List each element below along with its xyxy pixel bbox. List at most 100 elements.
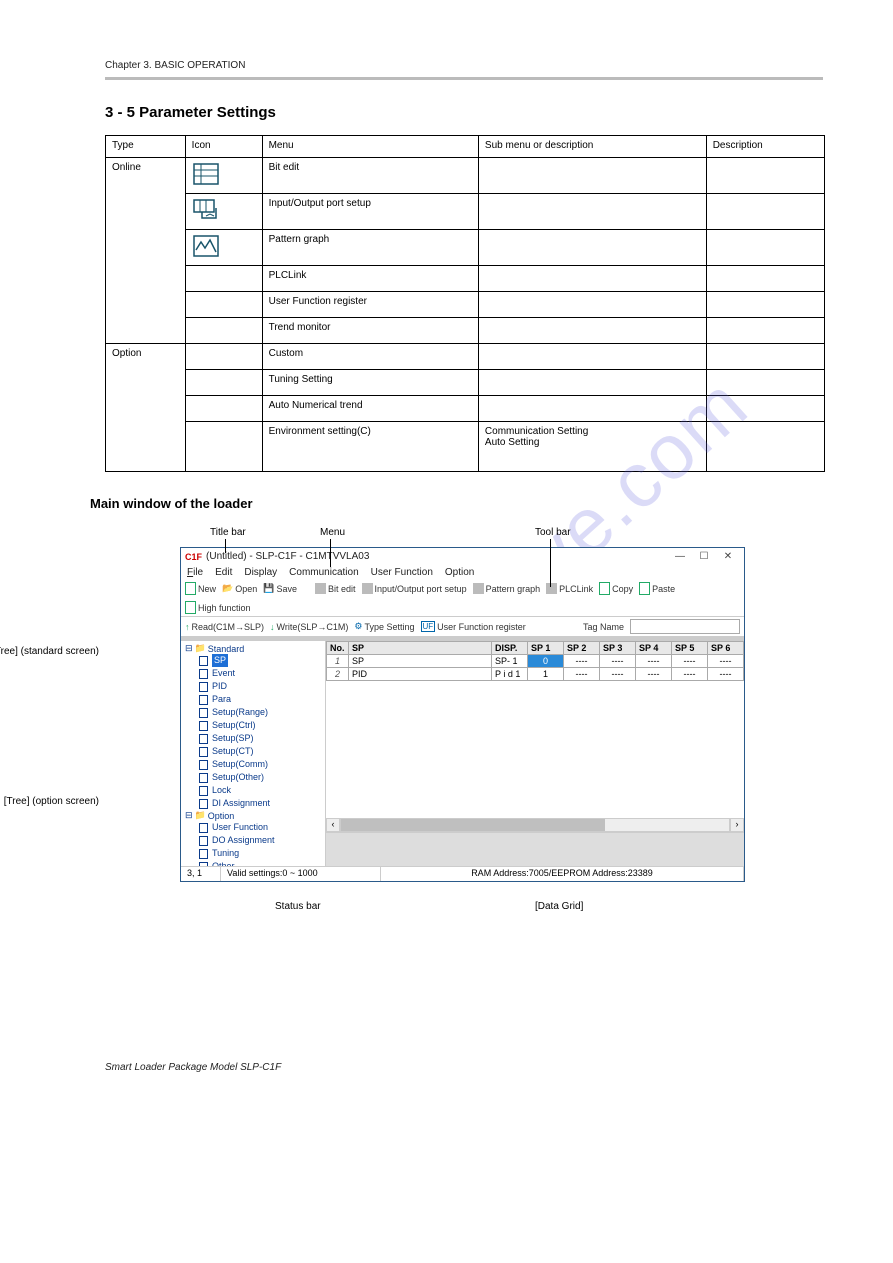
- sub-heading: Main window of the loader: [90, 496, 823, 511]
- cell-menu: Environment setting(C): [262, 422, 478, 472]
- tree-item-setup-range[interactable]: Setup(Range): [185, 706, 323, 719]
- cell-desc: [706, 158, 824, 194]
- menu-bar: File Edit Display Communication User Fun…: [181, 565, 744, 580]
- type-setting-button[interactable]: ⚙Type Setting: [354, 621, 414, 632]
- maximize-button[interactable]: ☐: [692, 551, 716, 562]
- minimize-button[interactable]: —: [668, 551, 692, 562]
- save-button[interactable]: 💾Save: [263, 583, 297, 594]
- io-port-button[interactable]: Input/Output port setup: [362, 583, 467, 594]
- cell-icon: [185, 266, 262, 292]
- label-data-grid: [Data Grid]: [535, 901, 583, 912]
- scroll-left-button[interactable]: ‹: [326, 818, 340, 832]
- toolbar-row-1: New 📂Open 💾Save Bit edit Input/Output po…: [181, 580, 744, 617]
- scroll-thumb[interactable]: [341, 819, 605, 831]
- cell-icon: [185, 318, 262, 344]
- tree-item-pid[interactable]: PID: [185, 680, 323, 693]
- tree-item-other[interactable]: Other: [185, 860, 323, 866]
- cell-desc: [706, 194, 824, 230]
- cell-desc: [706, 266, 824, 292]
- tree-item-setup-other[interactable]: Setup(Other): [185, 771, 323, 784]
- cell-sub: [478, 194, 706, 230]
- header-rule: [105, 77, 823, 80]
- cell-desc: [706, 318, 824, 344]
- cell-menu: Bit edit: [262, 158, 478, 194]
- cell-desc: [706, 422, 824, 472]
- cell-icon: [185, 292, 262, 318]
- plclink-button[interactable]: PLCLink: [546, 583, 593, 594]
- tree-item-lock[interactable]: Lock: [185, 784, 323, 797]
- cell-sub: [478, 266, 706, 292]
- status-addr: RAM Address:7005/EEPROM Address:23389: [381, 867, 744, 881]
- menu-communication[interactable]: Communication: [289, 567, 358, 578]
- menu-file[interactable]: File: [187, 567, 203, 578]
- tree-item-sp[interactable]: SP: [185, 654, 323, 667]
- cell-desc: [706, 292, 824, 318]
- write-button[interactable]: ↓Write(SLP→C1M): [270, 622, 348, 632]
- cell-sub: [478, 230, 706, 266]
- menu-option[interactable]: Option: [445, 567, 474, 578]
- tag-name-input[interactable]: [630, 619, 740, 634]
- read-button[interactable]: ↑Read(C1M→SLP): [185, 622, 264, 632]
- tree-item-setup-sp[interactable]: Setup(SP): [185, 732, 323, 745]
- cell-desc: [706, 396, 824, 422]
- high-function-button[interactable]: High function: [185, 601, 251, 614]
- selected-cell[interactable]: 0: [528, 655, 564, 668]
- horizontal-scrollbar[interactable]: ‹ ›: [326, 818, 744, 832]
- tree-item-event[interactable]: Event: [185, 667, 323, 680]
- tree-item-di[interactable]: DI Assignment: [185, 797, 323, 810]
- grid-header-sp5: SP 5: [672, 642, 708, 655]
- cell-menu: User Function register: [262, 292, 478, 318]
- tree-item-setup-ctrl[interactable]: Setup(Ctrl): [185, 719, 323, 732]
- col-sub: Sub menu or description: [478, 136, 706, 158]
- leader: [550, 539, 551, 587]
- new-button[interactable]: New: [185, 582, 216, 595]
- table-row: Trend monitor: [106, 318, 825, 344]
- tree-item-para[interactable]: Para: [185, 693, 323, 706]
- leader: [330, 539, 331, 567]
- status-pos: 3, 1: [181, 867, 221, 881]
- scroll-right-button[interactable]: ›: [730, 818, 744, 832]
- menu-edit[interactable]: Edit: [215, 567, 232, 578]
- info-pane: [326, 832, 744, 866]
- copy-button[interactable]: Copy: [599, 582, 633, 595]
- cell-desc: [706, 344, 824, 370]
- tree-root-option[interactable]: Option: [208, 811, 235, 821]
- tree-item-setup-ct[interactable]: Setup(CT): [185, 745, 323, 758]
- cell-sub: [478, 158, 706, 194]
- status-range: Valid settings:0 ~ 1000: [221, 867, 381, 881]
- tree-item-tuning[interactable]: Tuning: [185, 847, 323, 860]
- grid-header-sp1: SP 1: [528, 642, 564, 655]
- cell-icon: [185, 370, 262, 396]
- pattern-graph-button[interactable]: Pattern graph: [473, 583, 541, 594]
- close-button[interactable]: ✕: [716, 551, 740, 562]
- cell-icon: [185, 344, 262, 370]
- label-title-bar: Title bar: [210, 527, 246, 538]
- cell-menu: Pattern graph: [262, 230, 478, 266]
- bit-edit-button[interactable]: Bit edit: [315, 583, 356, 594]
- table-row: Environment setting(C) Communication Set…: [106, 422, 825, 472]
- tree-item-uf[interactable]: User Function: [185, 821, 323, 834]
- table-row: Option Custom: [106, 344, 825, 370]
- uf-register-button[interactable]: UFUser Function register: [421, 621, 526, 632]
- menu-user-function[interactable]: User Function: [371, 567, 433, 578]
- tree-root-standard[interactable]: Standard: [208, 644, 245, 654]
- grid-header-sp2: SP 2: [564, 642, 600, 655]
- paste-button[interactable]: Paste: [639, 582, 675, 595]
- data-grid[interactable]: No. SP DISP. SP 1 SP 2 SP 3 SP 4 SP 5 SP…: [326, 641, 744, 681]
- cell-sub: [478, 318, 706, 344]
- pattern-graph-icon: [185, 230, 262, 266]
- cell-type: Online: [106, 158, 186, 344]
- cell-menu: Input/Output port setup: [262, 194, 478, 230]
- cell-menu: Tuning Setting: [262, 370, 478, 396]
- tree-item-do[interactable]: DO Assignment: [185, 834, 323, 847]
- port-setup-icon: [185, 194, 262, 230]
- window-title: (Untitled) - SLP-C1F - C1MTVVLA03: [206, 551, 668, 562]
- tree-view[interactable]: ⊟📁Standard SP Event PID Para Setup(Range…: [181, 641, 326, 866]
- tree-item-setup-comm[interactable]: Setup(Comm): [185, 758, 323, 771]
- menu-display[interactable]: Display: [244, 567, 277, 578]
- label-tree-standard: [Tree] (standard screen): [0, 646, 99, 657]
- open-button[interactable]: 📂Open: [222, 583, 257, 594]
- app-window: C1F (Untitled) - SLP-C1F - C1MTVVLA03 — …: [180, 547, 745, 882]
- grid-header-sp: SP: [349, 642, 492, 655]
- grid-row: 2 PID P i d 1 1 ---- ---- ---- ---- ----: [327, 668, 744, 681]
